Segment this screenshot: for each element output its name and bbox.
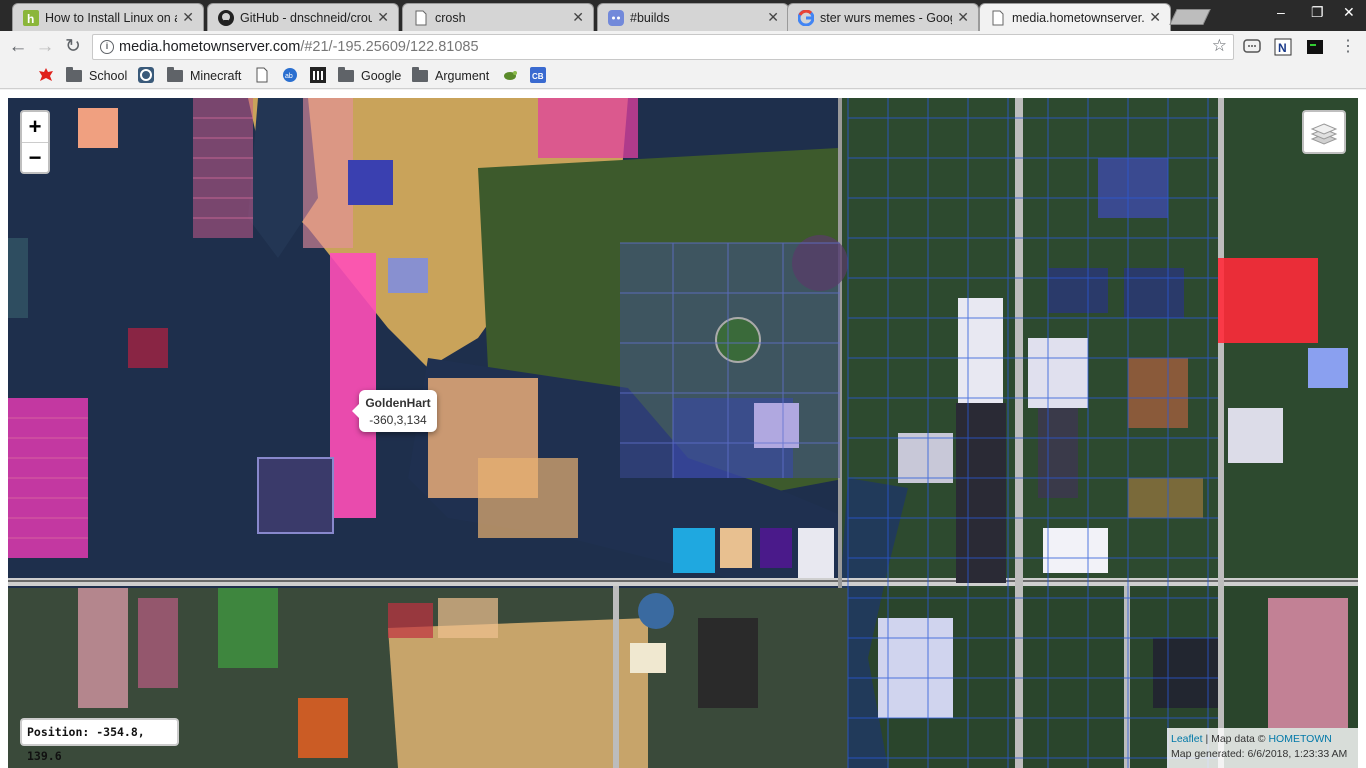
svg-text:CB: CB bbox=[532, 72, 544, 81]
tab-title: GitHub - dnschneid/crout bbox=[240, 11, 372, 25]
google-icon bbox=[797, 9, 815, 27]
tab-title: #builds bbox=[630, 11, 670, 25]
red-leaf-icon bbox=[38, 67, 54, 88]
address-bar[interactable]: i media.hometownserver.com/#21/-195.2560… bbox=[92, 34, 1234, 60]
forward-icon[interactable]: → bbox=[33, 35, 57, 59]
url-text[interactable]: media.hometownserver.com/#21/-195.25609/… bbox=[119, 39, 479, 55]
turtle-icon bbox=[502, 67, 518, 88]
bookmark-folder-argument[interactable]: Argument bbox=[412, 66, 489, 85]
bookmark-turtle[interactable] bbox=[502, 67, 525, 85]
bookmark-folder-school[interactable]: School bbox=[66, 66, 127, 85]
close-tab-icon[interactable]: ✕ bbox=[957, 9, 969, 26]
minecraft-map[interactable]: + − GoldenHart -360,3,134 Position: -354… bbox=[8, 98, 1358, 768]
close-tab-icon[interactable]: ✕ bbox=[1149, 9, 1161, 26]
close-tab-icon[interactable]: ✕ bbox=[377, 9, 389, 26]
position-readout: Position: -354.8, 139.6 bbox=[20, 718, 179, 763]
bookmark-page[interactable] bbox=[255, 67, 276, 85]
folder-icon bbox=[167, 66, 183, 82]
minimize-icon[interactable]: – bbox=[1277, 4, 1285, 20]
close-tab-icon[interactable]: ✕ bbox=[182, 9, 194, 26]
tab-strip: h How to Install Linux on a ✕ GitHub - d… bbox=[0, 0, 1366, 31]
close-tab-icon[interactable]: ✕ bbox=[767, 9, 779, 26]
new-tab-button[interactable] bbox=[1169, 9, 1211, 25]
svg-text:ab: ab bbox=[285, 73, 293, 80]
zoom-in-button[interactable]: + bbox=[22, 112, 48, 142]
bookmark-building[interactable] bbox=[310, 67, 333, 85]
building-icon bbox=[310, 67, 326, 88]
folder-icon bbox=[412, 66, 428, 82]
tab-title: crosh bbox=[435, 11, 466, 25]
map-attribution: Leaflet | Map data © HOMETOWN Map genera… bbox=[1167, 728, 1358, 768]
tab-title: media.hometownserver.c bbox=[1012, 11, 1144, 25]
map-generated: Map generated: 6/6/2018, 1:23:33 AM bbox=[1171, 748, 1348, 760]
layers-button[interactable] bbox=[1302, 110, 1346, 154]
bookmarks-bar: School Minecraft ab Google Argument CB bbox=[0, 63, 1366, 89]
bookmark-cb[interactable]: CB bbox=[530, 67, 553, 85]
info-icon[interactable]: i bbox=[100, 40, 114, 54]
n-extension-icon[interactable]: N bbox=[1274, 38, 1292, 56]
tab-title: ster wurs memes - Googl bbox=[820, 11, 952, 25]
reload-icon[interactable]: ↻ bbox=[61, 35, 85, 59]
page-icon bbox=[413, 10, 429, 26]
hometown-link[interactable]: HOMETOWN bbox=[1268, 733, 1331, 745]
tab-2[interactable]: GitHub - dnschneid/crout ✕ bbox=[207, 3, 399, 31]
terminal-extension-icon[interactable] bbox=[1306, 38, 1324, 56]
close-window-icon[interactable]: ✕ bbox=[1343, 4, 1355, 21]
page-icon bbox=[255, 67, 269, 88]
cb-icon: CB bbox=[530, 67, 546, 88]
svg-text:N: N bbox=[1278, 41, 1287, 55]
page-viewport: + − GoldenHart -360,3,134 Position: -354… bbox=[0, 90, 1366, 768]
close-tab-icon[interactable]: ✕ bbox=[572, 9, 584, 26]
tab-title: How to Install Linux on a bbox=[45, 11, 177, 25]
player-coords: -360,3,134 bbox=[369, 413, 427, 427]
tab-3[interactable]: crosh ✕ bbox=[402, 3, 594, 31]
page-icon bbox=[990, 10, 1006, 26]
chat-extension-icon[interactable] bbox=[1243, 38, 1261, 56]
tab-6-active[interactable]: media.hometownserver.c ✕ bbox=[979, 3, 1171, 31]
tab-1[interactable]: h How to Install Linux on a ✕ bbox=[12, 3, 204, 31]
back-icon[interactable]: ← bbox=[6, 35, 30, 59]
folder-icon bbox=[66, 66, 82, 82]
svg-text:h: h bbox=[27, 12, 34, 26]
restore-icon[interactable]: ❐ bbox=[1311, 4, 1324, 21]
player-popup[interactable]: GoldenHart -360,3,134 bbox=[352, 390, 437, 432]
github-icon bbox=[218, 10, 234, 26]
player-name: GoldenHart bbox=[365, 396, 431, 410]
tab-4[interactable]: #builds ✕ bbox=[597, 3, 789, 31]
folder-icon bbox=[338, 66, 354, 82]
bookmark-globe[interactable]: ab bbox=[282, 67, 305, 85]
tab-5[interactable]: ster wurs memes - Googl ✕ bbox=[787, 3, 979, 31]
wikihow-icon: h bbox=[23, 10, 39, 26]
globe-icon: ab bbox=[282, 67, 298, 88]
bookmark-site[interactable] bbox=[138, 67, 161, 85]
discord-icon bbox=[608, 10, 624, 26]
bookmark-folder-google[interactable]: Google bbox=[338, 66, 401, 85]
site-icon bbox=[138, 67, 154, 88]
bookmark-folder-minecraft[interactable]: Minecraft bbox=[167, 66, 241, 85]
layers-icon bbox=[1310, 123, 1338, 145]
zoom-control: + − bbox=[20, 110, 50, 174]
bookmark-star-icon[interactable]: ☆ bbox=[1212, 36, 1227, 56]
map-tiles bbox=[8, 98, 1358, 768]
browser-toolbar: ← → ↻ i media.hometownserver.com/#21/-19… bbox=[0, 31, 1366, 63]
leaflet-link[interactable]: Leaflet bbox=[1171, 733, 1203, 745]
menu-icon[interactable]: ⋮ bbox=[1336, 35, 1360, 59]
zoom-out-button[interactable]: − bbox=[22, 142, 48, 172]
bookmark-red-leaf[interactable] bbox=[38, 67, 61, 85]
